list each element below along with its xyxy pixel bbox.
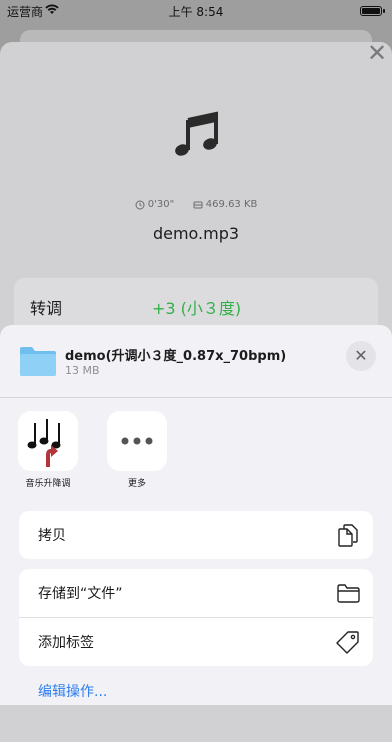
tag-icon: [336, 631, 359, 654]
file-name: demo.mp3: [152, 224, 240, 243]
close-icon[interactable]: ✕: [366, 41, 388, 65]
copy-label: 拷贝: [38, 528, 66, 544]
copy-icon: [338, 524, 358, 547]
divider: [0, 397, 392, 398]
app-music-transpose[interactable]: [18, 411, 78, 471]
music-transpose-app-icon: [27, 419, 61, 467]
audio-meta: 0'30" 469.63 KB: [0, 199, 392, 211]
status-time: 上午 8:54: [168, 5, 224, 19]
action-group-files: 存储到“文件” 添加标签: [19, 569, 373, 666]
copy-action[interactable]: 拷贝: [19, 511, 373, 559]
share-file-size: 13 MB: [65, 364, 100, 377]
save-to-files-action[interactable]: 存储到“文件”: [19, 569, 373, 618]
duration-label: 0'30": [147, 199, 175, 210]
action-group-copy: 拷贝: [19, 511, 373, 559]
app-label: 音乐升降调: [25, 479, 71, 489]
status-bar: 运营商 上午 8:54: [0, 0, 392, 22]
storage-icon: [193, 201, 203, 208]
close-sheet-button[interactable]: ✕: [346, 341, 376, 371]
transpose-value: +3 (小３度): [152, 299, 242, 318]
share-file-title: demo(升调小３度_0.87x_70bpm): [65, 349, 287, 364]
folder-icon: [20, 347, 56, 376]
share-sheet: demo(升调小３度_0.87x_70bpm) 13 MB ✕ 音乐升降调 更多…: [0, 325, 392, 705]
battery-icon: [360, 6, 385, 16]
add-tags-label: 添加标签: [38, 635, 94, 651]
add-tags-action[interactable]: 添加标签: [19, 618, 373, 666]
app-label: 更多: [127, 479, 146, 489]
save-to-files-label: 存储到“文件”: [38, 586, 123, 602]
music-note-icon: [175, 111, 218, 156]
clock-icon: [135, 200, 145, 209]
folder-outline-icon: [337, 584, 360, 603]
file-size-label: 469.63 KB: [205, 199, 258, 210]
app-more[interactable]: [107, 411, 167, 471]
edit-actions-link[interactable]: 编辑操作...: [38, 681, 107, 701]
more-icon: [121, 437, 153, 445]
transpose-label: 转调: [30, 299, 63, 318]
